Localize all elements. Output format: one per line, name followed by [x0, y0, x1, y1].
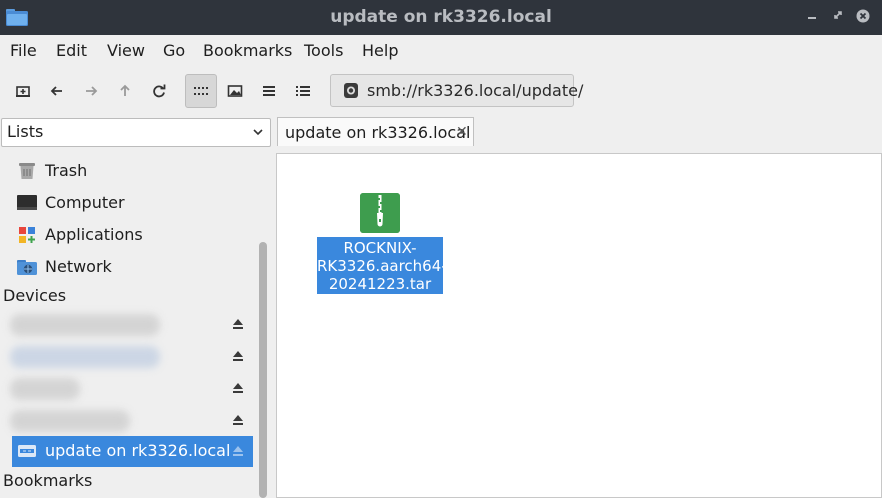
computer-icon [17, 195, 37, 210]
sidebar-device-update-share[interactable]: update on rk3326.local [12, 436, 253, 467]
menu-edit[interactable]: Edit [56, 41, 87, 60]
new-tab-icon [16, 86, 30, 97]
up-button[interactable] [111, 78, 139, 104]
close-window-icon[interactable] [855, 9, 871, 25]
side-pane-mode-select[interactable]: Lists [1, 118, 271, 147]
side-pane-mode-label: Lists [7, 122, 44, 141]
back-button[interactable] [43, 78, 71, 104]
thumbnail-view-icon [227, 85, 243, 97]
window-title: update on rk3326.local [330, 7, 552, 27]
archive-icon [360, 193, 400, 233]
location-bar[interactable]: smb://rk3326.local/update/ [330, 74, 583, 107]
redacted-device-label [10, 346, 160, 368]
network-share-icon [344, 83, 358, 98]
location-path: smb://rk3326.local/update/ [367, 81, 584, 100]
file-name-line: 20241223.tar [328, 275, 432, 293]
eject-icon[interactable] [232, 318, 244, 330]
file-name-line: RK3326.aarch64- [317, 257, 447, 275]
icon-view-icon [194, 87, 208, 95]
side-pane: Trash Computer Applications Network Devi… [0, 150, 272, 498]
menu-help[interactable]: Help [362, 41, 398, 60]
compact-view-icon [263, 86, 275, 96]
trash-icon [19, 163, 35, 179]
file-name-line: ROCKNIX- [343, 239, 417, 257]
sidebar-item-label: Trash [45, 161, 88, 180]
sidebar-item-label: Network [45, 257, 112, 276]
redacted-device-label [10, 314, 160, 336]
network-drive-icon [18, 445, 36, 457]
sidebar-device-blurred[interactable] [0, 342, 255, 372]
eject-icon[interactable] [232, 382, 244, 394]
reload-icon [153, 84, 166, 98]
back-icon [50, 86, 62, 96]
sidebar-item-computer[interactable]: Computer [0, 188, 255, 218]
bookmarks-heading: Bookmarks [3, 471, 93, 490]
detailed-list-button[interactable] [289, 78, 317, 104]
maximize-icon[interactable] [830, 9, 846, 25]
sidebar-item-network[interactable]: Network [0, 252, 255, 282]
forward-icon [86, 86, 98, 96]
menu-bookmarks[interactable]: Bookmarks [203, 41, 292, 60]
redacted-device-label [10, 378, 80, 400]
sidebar-item-applications[interactable]: Applications [0, 220, 255, 250]
compact-view-button[interactable] [255, 78, 283, 104]
side-pane-scrollbar[interactable] [259, 242, 267, 498]
menu-bar: File Edit View Go Bookmarks Tools Help [0, 35, 882, 65]
detailed-list-icon [296, 86, 310, 96]
sidebar-item-label: Computer [45, 193, 125, 212]
tab-update-on-rk3326[interactable]: update on rk3326.local ✕ [277, 117, 474, 146]
title-bar: update on rk3326.local [0, 0, 882, 35]
menu-file[interactable]: File [10, 41, 37, 60]
eject-icon[interactable] [232, 445, 244, 457]
chevron-down-icon [253, 129, 263, 136]
menu-go[interactable]: Go [163, 41, 185, 60]
close-tab-icon[interactable]: ✕ [456, 124, 468, 140]
sidebar-device-blurred[interactable] [0, 374, 255, 404]
network-icon [17, 260, 37, 275]
sidebar-item-label: Applications [45, 225, 143, 244]
up-icon [120, 84, 130, 96]
eject-icon[interactable] [232, 350, 244, 362]
sidebar-item-label: update on rk3326.local [45, 441, 231, 460]
forward-button[interactable] [77, 78, 105, 104]
reload-button[interactable] [145, 78, 173, 104]
sidebar-item-trash[interactable]: Trash [0, 156, 255, 186]
redacted-device-label [10, 410, 130, 432]
thumbnail-view-button[interactable] [221, 78, 249, 104]
menu-tools[interactable]: Tools [304, 41, 343, 60]
menu-view[interactable]: View [107, 41, 145, 60]
new-tab-button[interactable] [9, 78, 37, 104]
minimize-icon[interactable] [804, 9, 820, 25]
file-name: ROCKNIX- RK3326.aarch64- 20241223.tar [317, 237, 447, 294]
sidebar-device-blurred[interactable] [0, 406, 255, 436]
applications-icon [19, 227, 35, 243]
devices-heading: Devices [3, 286, 67, 305]
tab-label: update on rk3326.local [285, 123, 471, 142]
sidebar-device-blurred[interactable] [0, 310, 255, 340]
eject-icon[interactable] [232, 414, 244, 426]
icon-view-button[interactable] [185, 74, 217, 108]
